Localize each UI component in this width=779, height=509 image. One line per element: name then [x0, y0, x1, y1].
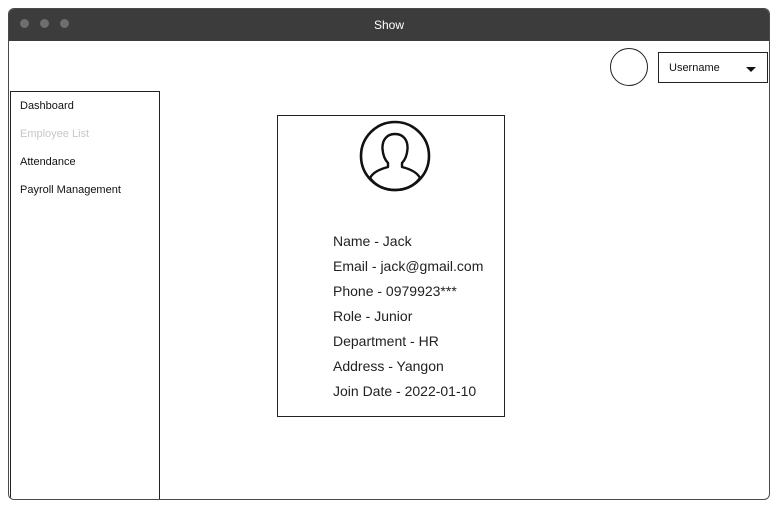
username-label: Username [669, 62, 720, 74]
user-profile-icon [359, 120, 431, 192]
field-role: Role - Junior [333, 308, 413, 324]
app-window: Show Username Dashboard Employee List At… [8, 8, 770, 500]
window-title: Show [373, 18, 405, 32]
field-email: Email - jack@gmail.com [333, 258, 484, 274]
sidebar-item-attendance[interactable]: Attendance [20, 156, 76, 168]
field-name: Name - Jack [333, 233, 412, 249]
sidebar-item-payroll-management[interactable]: Payroll Management [20, 184, 121, 196]
sidebar-item-dashboard[interactable]: Dashboard [20, 100, 74, 112]
field-join-date: Join Date - 2022-01-10 [333, 383, 477, 399]
username-dropdown[interactable]: Username [658, 52, 768, 83]
sidebar: Dashboard Employee List Attendance Payro… [10, 91, 160, 499]
field-phone: Phone - 0979923*** [333, 283, 457, 299]
field-department: Department - HR [333, 333, 439, 349]
employee-profile-card: Name - Jack Email - jack@gmail.com Phone… [277, 115, 505, 417]
chevron-down-icon [746, 67, 756, 72]
sidebar-item-employee-list[interactable]: Employee List [20, 128, 89, 140]
field-address: Address - Yangon [333, 358, 444, 374]
title-bar: Show [9, 9, 769, 41]
avatar[interactable] [610, 48, 648, 86]
